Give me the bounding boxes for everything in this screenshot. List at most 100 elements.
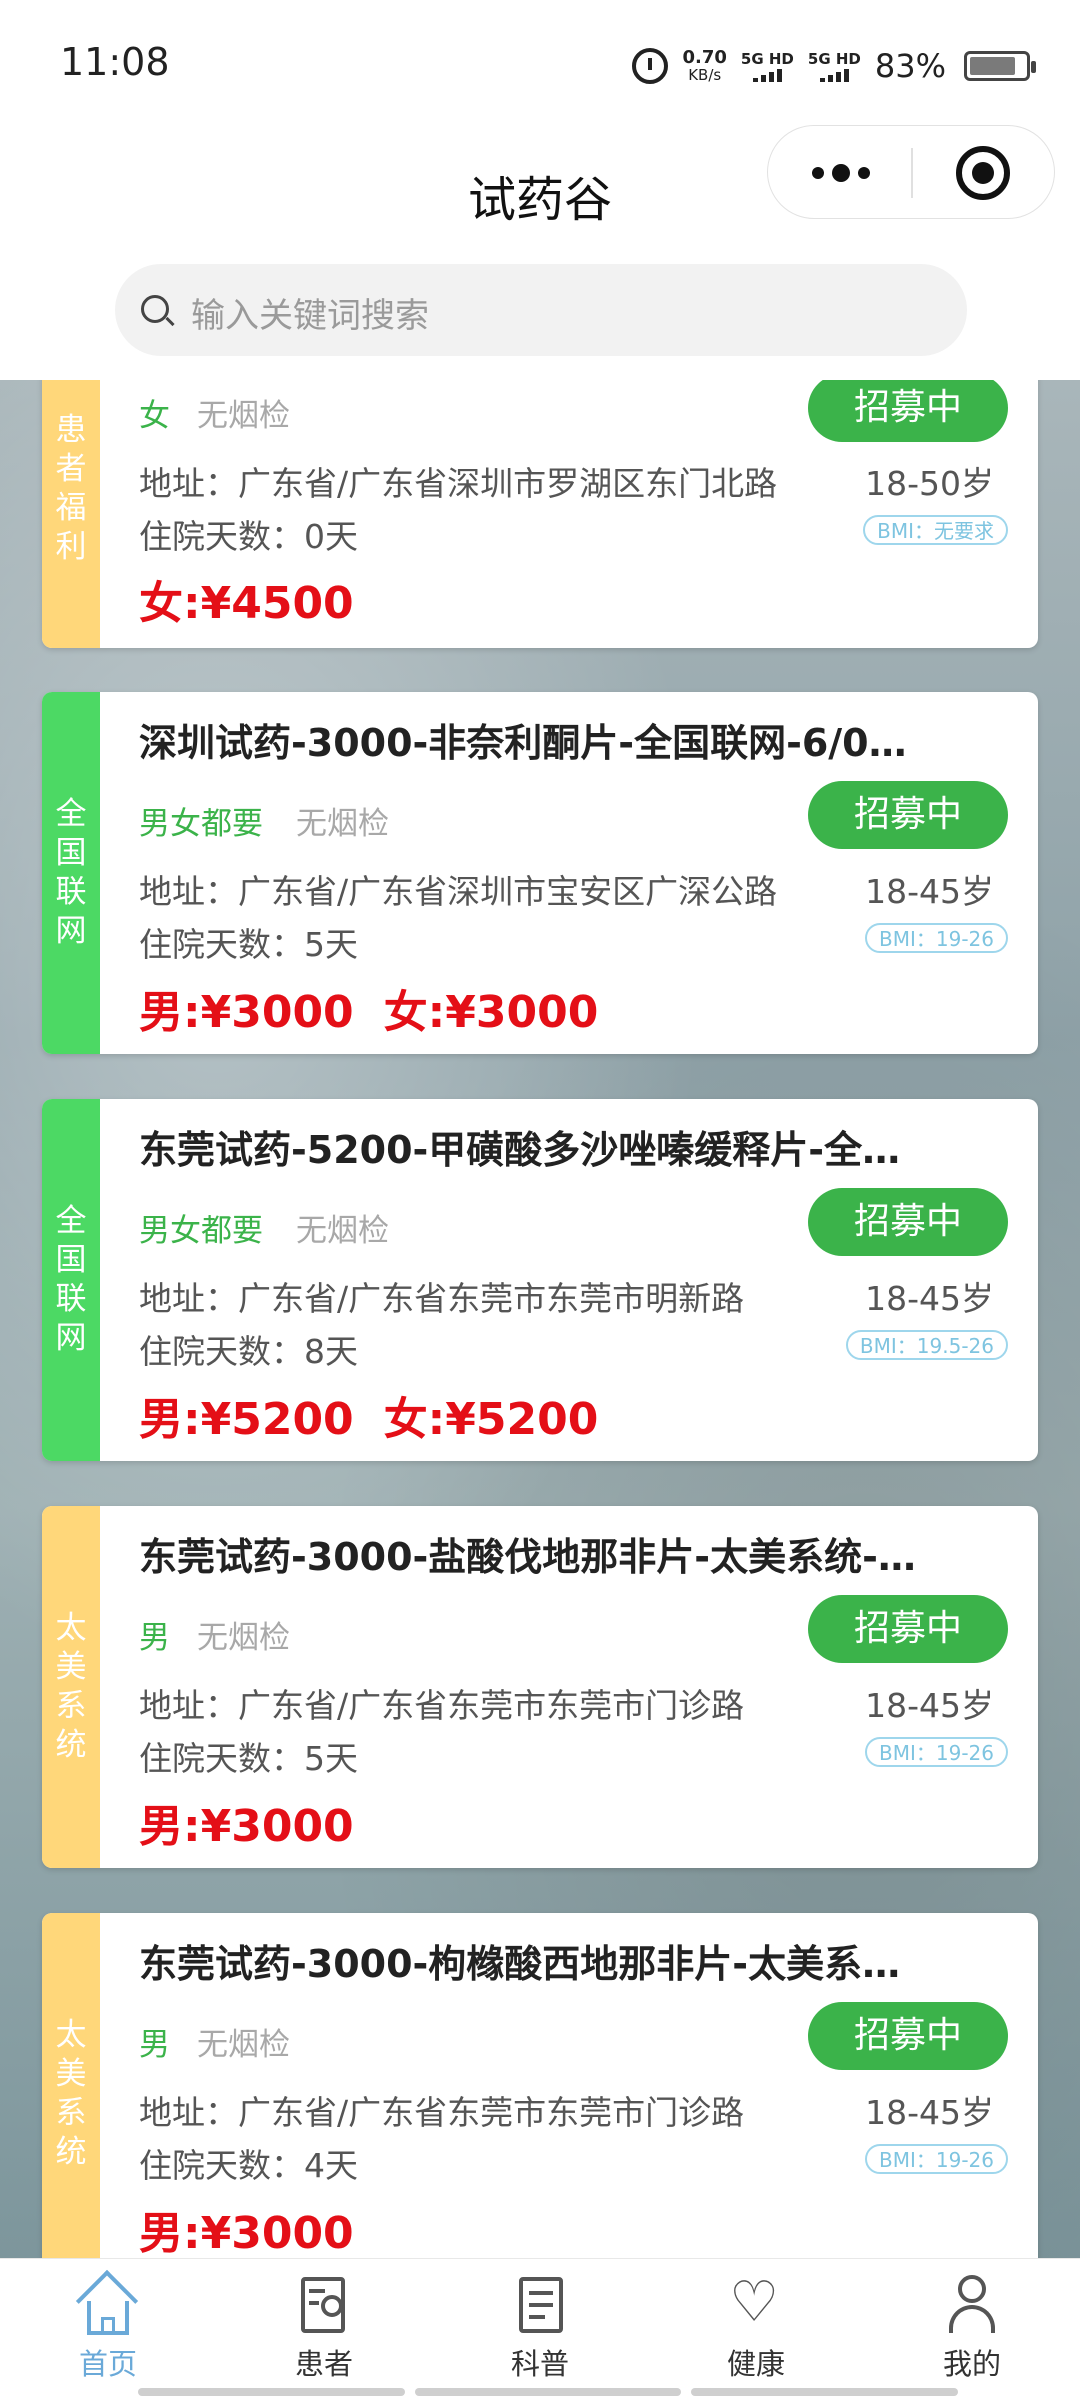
tab-label: 科普: [510, 2347, 569, 2381]
bmi-badge: BMI：19.5-26: [845, 1330, 1008, 1360]
more-dots-icon[interactable]: [812, 164, 870, 182]
heart-icon: ♡: [729, 2270, 780, 2335]
card-address: 地址：广东省/广东省东莞市东莞市明新路: [139, 1279, 745, 1318]
recruiting-button[interactable]: 招募中: [808, 781, 1008, 849]
card-title[interactable]: 东莞试药-5200-甲磺酸多沙唑嗪缓释片-全…: [139, 1119, 919, 1174]
card-address: 地址：广东省/广东省深圳市宝安区广深公路: [139, 872, 778, 911]
bmi-badge: BMI：19-26: [865, 2144, 1008, 2174]
card-age: 18-50岁: [865, 464, 994, 503]
card-tag: 太 美 系 统: [42, 1506, 100, 1868]
card-smoke-check: 无烟检: [296, 806, 389, 842]
trial-card[interactable]: 全 国 联 网 东莞试药-5200-甲磺酸多沙唑嗪缓释片-全… 男女都要 无烟检…: [42, 1099, 1038, 1461]
card-age: 18-45岁: [865, 872, 994, 911]
trial-card[interactable]: 太 美 系 统 东莞试药-3000-盐酸伐地那非片-太美系统-… 男 无烟检 招…: [42, 1506, 1038, 1868]
bmi-badge: BMI：19-26: [865, 923, 1008, 953]
tab-mine[interactable]: 我的: [912, 2275, 1032, 2383]
card-smoke-check: 无烟检: [197, 398, 290, 434]
price-female: 女:¥3000: [383, 987, 599, 1038]
price-male: 男:¥3000: [139, 987, 354, 1038]
card-title[interactable]: 深圳试药-3000-非奈利酮片-全国联网-6/0…: [139, 712, 919, 767]
card-smoke-check: 无烟检: [197, 1620, 290, 1656]
search-placeholder: 输入关键词搜索: [191, 296, 429, 336]
status-indicators: 0.70 KB/s 5G HD 5G HD 83%: [632, 38, 1036, 94]
price-male: 男:¥3000: [139, 1801, 354, 1852]
card-tag: 患 者 福 利: [42, 380, 100, 648]
tab-patients[interactable]: 患者: [264, 2275, 384, 2383]
search-input[interactable]: 输入关键词搜索: [115, 264, 967, 356]
price-female: 女:¥4500: [139, 578, 354, 629]
card-gender: 男: [139, 2027, 170, 2063]
gesture-bar: [138, 2388, 959, 2396]
alarm-icon: [632, 48, 669, 84]
card-tag-char: 联: [55, 874, 87, 910]
card-smoke-check: 无烟检: [197, 2027, 290, 2063]
tab-health[interactable]: ♡ 健康: [696, 2275, 816, 2383]
net-speed-unit: KB/s: [688, 66, 722, 84]
card-tag-char: 统: [55, 2134, 87, 2170]
card-gender: 男: [139, 1620, 170, 1656]
bmi-badge: BMI：19-26: [865, 1737, 1008, 1767]
card-hospital-days: 住院天数：4天: [139, 2146, 358, 2185]
tab-label: 首页: [78, 2347, 137, 2381]
battery-percent: 83%: [874, 47, 946, 85]
tab-label: 我的: [942, 2347, 1001, 2381]
card-hospital-days: 住院天数：8天: [139, 1332, 358, 1371]
card-tag-char: 太: [55, 1610, 87, 1646]
tab-science[interactable]: 科普: [480, 2275, 600, 2383]
mini-program-capsule: [767, 125, 1055, 219]
status-time: 11:08: [60, 40, 170, 84]
trial-card[interactable]: 全 国 联 网 深圳试药-3000-非奈利酮片-全国联网-6/0… 男女都要 无…: [42, 692, 1038, 1054]
signal-bars-icon: [741, 68, 794, 82]
card-hospital-days: 住院天数：0天: [139, 517, 358, 556]
sim1-signal: 5G HD: [741, 51, 794, 82]
card-tag-char: 美: [55, 1649, 87, 1685]
net-speed-value: 0.70: [682, 47, 727, 68]
card-tag-char: 系: [55, 2095, 87, 2131]
card-tag-char: 统: [55, 1727, 87, 1763]
card-gender: 男女都要: [139, 806, 263, 842]
card-age: 18-45岁: [865, 1686, 994, 1725]
recruiting-button[interactable]: 招募中: [808, 1188, 1008, 1256]
card-hospital-days: 住院天数：5天: [139, 1739, 358, 1778]
card-tag-char: 患: [55, 412, 87, 448]
status-bar: 11:08 0.70 KB/s 5G HD 5G HD 83%: [0, 0, 1080, 130]
trial-list[interactable]: 患 者 福 利 女 无烟检 招募中 地址：广东省/广东省深圳市罗湖区东门北路 1…: [0, 380, 1080, 2258]
battery-icon: [964, 51, 1036, 81]
sim2-label: 5G HD: [807, 49, 861, 68]
net-speed: 0.70 KB/s: [682, 47, 727, 84]
card-age: 18-45岁: [865, 2093, 994, 2132]
bottom-tab-bar: 首页 患者 科普 ♡ 健康 我的: [0, 2258, 1080, 2401]
card-tag-char: 福: [55, 490, 87, 526]
recruiting-button[interactable]: 招募中: [808, 2002, 1008, 2070]
capsule-divider: [911, 148, 913, 198]
battery-level: [970, 57, 1015, 75]
card-tag-char: 全: [55, 1203, 87, 1239]
card-tag: 太 美 系 统: [42, 1913, 100, 2258]
card-hospital-days: 住院天数：5天: [139, 925, 358, 964]
card-address: 地址：广东省/广东省东莞市东莞市门诊路: [139, 1686, 745, 1725]
card-tag-char: 者: [55, 451, 87, 487]
card-tag-char: 太: [55, 2017, 87, 2053]
card-tag-char: 国: [55, 1242, 87, 1278]
card-price: 女:¥4500: [139, 567, 354, 631]
recruiting-button[interactable]: 招募中: [808, 1595, 1008, 1663]
trial-card[interactable]: 患 者 福 利 女 无烟检 招募中 地址：广东省/广东省深圳市罗湖区东门北路 1…: [42, 380, 1038, 648]
recruiting-button[interactable]: 招募中: [808, 380, 1008, 442]
card-tag: 全 国 联 网: [42, 692, 100, 1054]
article-icon: [509, 2275, 571, 2337]
tab-label: 患者: [294, 2347, 353, 2381]
tab-home[interactable]: 首页: [48, 2269, 168, 2383]
price-male: 男:¥5200: [139, 1394, 354, 1445]
card-price: 男:¥5200 女:¥5200: [139, 1383, 598, 1447]
card-tag-char: 网: [55, 1320, 87, 1356]
sim2-signal: 5G HD: [808, 51, 861, 82]
card-gender: 女: [139, 398, 170, 434]
trial-card[interactable]: 太 美 系 统 东莞试药-3000-枸橼酸西地那非片-太美系… 男 无烟检 招募…: [42, 1913, 1038, 2258]
card-tag-char: 全: [55, 796, 87, 832]
card-title[interactable]: 东莞试药-3000-枸橼酸西地那非片-太美系…: [139, 1933, 919, 1988]
price-female: 女:¥5200: [383, 1394, 599, 1445]
home-icon: [75, 2269, 139, 2337]
target-icon[interactable]: [956, 146, 1010, 200]
card-tag-char: 系: [55, 1688, 87, 1724]
card-title[interactable]: 东莞试药-3000-盐酸伐地那非片-太美系统-…: [139, 1526, 919, 1581]
